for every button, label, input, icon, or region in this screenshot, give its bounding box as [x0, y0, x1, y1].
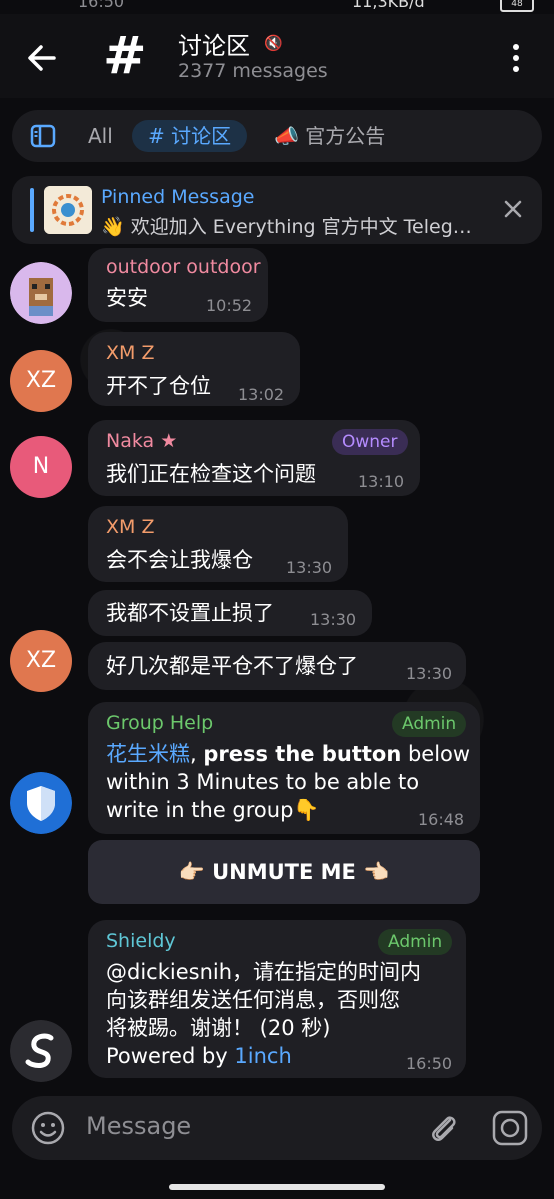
camera-icon[interactable]	[490, 1108, 530, 1148]
message-time: 13:10	[358, 472, 405, 491]
avatar-shieldy[interactable]	[10, 1020, 72, 1082]
close-icon[interactable]	[500, 196, 526, 222]
mention-link[interactable]: 花生米糕	[106, 742, 190, 766]
message-bubble[interactable]: Group Help Admin 花生米糕, press the button …	[88, 702, 480, 834]
sender-name[interactable]: outdoor outdoor	[106, 256, 261, 278]
emoji-icon[interactable]	[30, 1110, 66, 1146]
pinned-preview: 👋 欢迎加入 Everything 官方中文 Teleg…	[101, 216, 472, 238]
inch-link[interactable]: 1inch	[234, 1044, 291, 1068]
text-segment: Powered by	[106, 1044, 235, 1068]
message-time: 13:30	[310, 610, 357, 629]
message-text: 好几次都是平仓不了爆仓了	[106, 654, 358, 678]
sender-name[interactable]: Group Help	[106, 712, 213, 734]
sender-name[interactable]: XM Z	[106, 516, 154, 538]
message-text: within 3 Minutes to be able to	[106, 770, 420, 794]
pinned-title: Pinned Message	[101, 186, 255, 208]
pinned-thumbnail-logo	[44, 186, 92, 234]
avatar-naka[interactable]: N	[10, 436, 72, 498]
status-network: 11,3KB/d	[352, 0, 425, 11]
tab-announcements[interactable]: 📣 官方公告	[274, 120, 385, 152]
message-text: 将被踢。谢谢！ (20 秒)	[106, 1016, 331, 1040]
message-text: 我都不设置止损了	[106, 601, 274, 625]
message-bubble[interactable]: outdoor outdoor 安安 10:52	[88, 248, 268, 322]
topic-hash-icon: #	[103, 26, 147, 86]
battery-icon: 48	[500, 0, 534, 12]
avatar-outdoor[interactable]	[10, 262, 72, 324]
bold-text: press the button	[203, 742, 402, 766]
message-time: 16:48	[418, 810, 465, 829]
sidebar-toggle-icon[interactable]	[30, 123, 56, 149]
sender-name[interactable]: Shieldy	[106, 930, 176, 952]
avatar-xmz[interactable]: XZ	[10, 630, 72, 692]
status-bar: 16:50 11,3KB/d 48	[0, 0, 554, 14]
message-text: @dickiesnih，请在指定的时间内	[106, 960, 422, 984]
sender-name[interactable]: Naka ★	[106, 430, 177, 452]
chat-title[interactable]: 讨论区	[178, 26, 250, 61]
admin-badge: Admin	[378, 929, 453, 955]
avatar-xmz[interactable]: XZ	[10, 350, 72, 412]
message-time: 10:52	[206, 296, 253, 315]
message-text: 向该群组发送任何消息，否则您	[106, 988, 400, 1012]
message-bubble[interactable]: 好几次都是平仓不了爆仓了 13:30	[88, 642, 466, 690]
message-time: 16:50	[406, 1054, 453, 1073]
message-text: 安安	[106, 286, 148, 310]
muted-icon: 🔇	[264, 34, 283, 52]
message-text: 花生米糕, press the button below	[106, 742, 471, 766]
message-input[interactable]: Message	[86, 1112, 191, 1140]
message-text: 会不会让我爆仓	[106, 548, 253, 572]
message-bubble[interactable]: 我都不设置止损了 13:30	[88, 590, 372, 636]
message-text: 开不了仓位	[106, 374, 211, 398]
unmute-me-button[interactable]: 👉🏻 UNMUTE ME 👈🏻	[88, 840, 480, 904]
tab-all[interactable]: All	[88, 120, 113, 152]
text-segment: below	[401, 742, 471, 766]
status-time: 16:50	[78, 0, 125, 11]
pinned-indicator	[30, 188, 34, 232]
attach-icon[interactable]	[426, 1110, 462, 1146]
home-indicator[interactable]	[169, 1184, 385, 1190]
message-text: 我们正在检查这个问题	[106, 462, 316, 486]
more-menu-icon[interactable]	[510, 44, 522, 74]
back-arrow-icon[interactable]	[24, 40, 60, 76]
message-bubble[interactable]: XM Z 会不会让我爆仓 13:30	[88, 506, 348, 582]
message-time: 13:30	[406, 664, 453, 683]
message-time: 13:30	[286, 558, 333, 577]
message-composer: Message	[12, 1096, 542, 1160]
message-count: 2377 messages	[178, 60, 328, 82]
pinned-message-bar[interactable]: Pinned Message 👋 欢迎加入 Everything 官方中文 Te…	[12, 176, 542, 244]
topic-tabs: All # 讨论区 📣 官方公告	[12, 110, 542, 162]
message-time: 13:02	[238, 385, 285, 404]
message-bubble[interactable]: Shieldy Admin @dickiesnih，请在指定的时间内 向该群组发…	[88, 920, 466, 1078]
message-bubble[interactable]: Naka ★ Owner 我们正在检查这个问题 13:10	[88, 420, 420, 496]
admin-badge: Admin	[392, 711, 467, 737]
message-bubble[interactable]: XM Z 开不了仓位 13:02	[88, 332, 300, 406]
message-text: Powered by 1inch	[106, 1042, 292, 1070]
chat-header: # 讨论区 🔇 2377 messages	[0, 14, 554, 98]
avatar-group-help[interactable]	[10, 772, 72, 834]
sender-name[interactable]: XM Z	[106, 342, 154, 364]
message-text: write in the group👇	[106, 798, 320, 822]
tab-discussion[interactable]: # 讨论区	[132, 120, 248, 152]
owner-badge: Owner	[332, 429, 408, 455]
